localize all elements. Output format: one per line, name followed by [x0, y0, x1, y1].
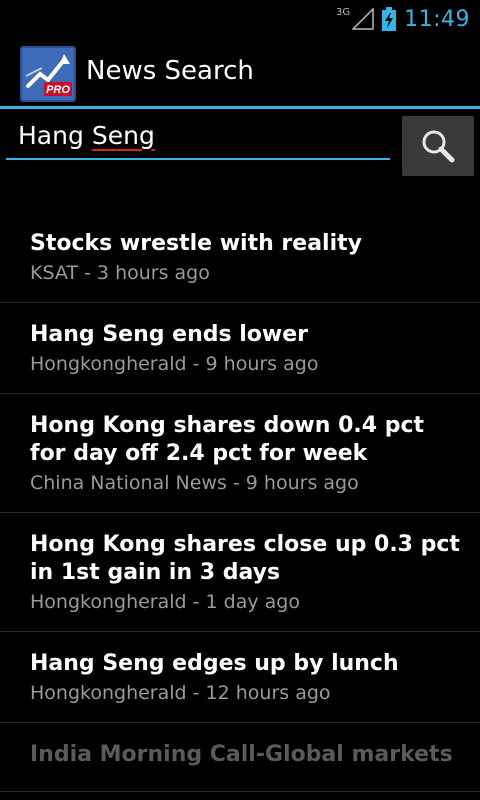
news-list: Stocks wrestle with reality KSAT - 3 hou… [0, 212, 480, 792]
search-input[interactable]: Hang Seng [6, 112, 390, 160]
news-meta: Hongkongherald - 1 day ago [30, 591, 300, 613]
news-item[interactable]: Hang Seng edges up by lunch Hongkonghera… [0, 632, 480, 723]
news-title: Hang Seng edges up by lunch [30, 651, 399, 676]
news-item[interactable]: India Morning Call-Global markets [0, 723, 480, 792]
search-query-word-1: Hang [18, 120, 84, 150]
status-bar: 3G 11:49 [0, 0, 480, 38]
network-type-label: 3G [335, 6, 351, 18]
news-item[interactable]: Stocks wrestle with reality KSAT - 3 hou… [0, 212, 480, 303]
news-title: Stocks wrestle with reality [30, 231, 362, 256]
search-icon [422, 130, 455, 163]
news-item[interactable]: Hang Seng ends lower Hongkongherald - 9 … [0, 303, 480, 394]
battery-charging-icon [382, 7, 397, 31]
news-title: Hong Kong shares down 0.4 pct for day of… [30, 413, 425, 466]
news-title: India Morning Call-Global markets [30, 742, 453, 767]
news-meta: Hongkongherald - 9 hours ago [30, 353, 319, 375]
news-meta: Hongkongherald - 12 hours ago [30, 682, 331, 704]
action-bar: PRO News Search [0, 38, 480, 106]
search-button[interactable] [402, 116, 474, 176]
app-title: News Search [86, 56, 254, 86]
action-bar-divider [0, 106, 480, 109]
clock: 11:49 [404, 6, 470, 32]
news-meta: China National News - 9 hours ago [30, 472, 359, 494]
search-query-word-2: Seng [91, 120, 155, 150]
signal-icon [352, 8, 374, 30]
app-logo-icon[interactable]: PRO [20, 46, 76, 102]
app-logo-badge: PRO [46, 84, 70, 96]
news-item[interactable]: Hong Kong shares close up 0.3 pct in 1st… [0, 513, 480, 632]
status-icons: 3G 11:49 [336, 4, 470, 34]
news-item[interactable]: Hong Kong shares down 0.4 pct for day of… [0, 394, 480, 513]
news-title: Hang Seng ends lower [30, 322, 308, 347]
news-meta: KSAT - 3 hours ago [30, 262, 210, 284]
news-title: Hong Kong shares close up 0.3 pct in 1st… [30, 532, 460, 585]
